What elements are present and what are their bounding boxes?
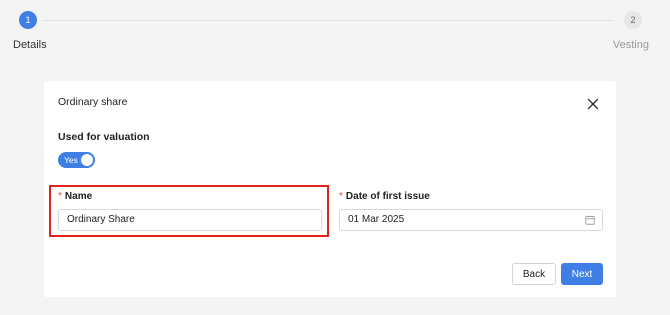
date-of-first-issue-input[interactable]: 01 Mar 2025 [339,209,603,231]
name-field-label: * Name [58,191,92,202]
calendar-icon[interactable] [585,215,595,225]
name-label-text: Name [64,191,93,202]
share-class-form-card: Ordinary share Used for valuation Yes * N… [44,81,616,297]
used-for-valuation-toggle[interactable]: Yes [58,152,95,168]
toggle-knob [81,154,93,166]
stepper-progress-line [43,20,614,21]
step-2-label[interactable]: Vesting [613,39,649,51]
date-field-label: * Date of first issue [339,191,430,202]
name-input[interactable]: Ordinary Share [58,209,322,231]
required-asterisk: * [58,191,62,202]
date-value: 01 Mar 2025 [348,214,405,225]
step-2-indicator[interactable]: 2 [624,11,642,29]
used-for-valuation-label: Used for valuation [58,131,150,143]
step-1-label[interactable]: Details [13,39,47,51]
required-asterisk: * [339,191,343,202]
toggle-state-text: Yes [64,155,78,165]
close-icon [587,98,599,110]
date-label-text: Date of first issue [345,191,430,202]
back-button[interactable]: Back [512,263,556,285]
step-1-indicator[interactable]: 1 [19,11,37,29]
close-button[interactable] [586,97,600,111]
next-button[interactable]: Next [561,263,603,285]
form-title: Ordinary share [58,96,128,108]
